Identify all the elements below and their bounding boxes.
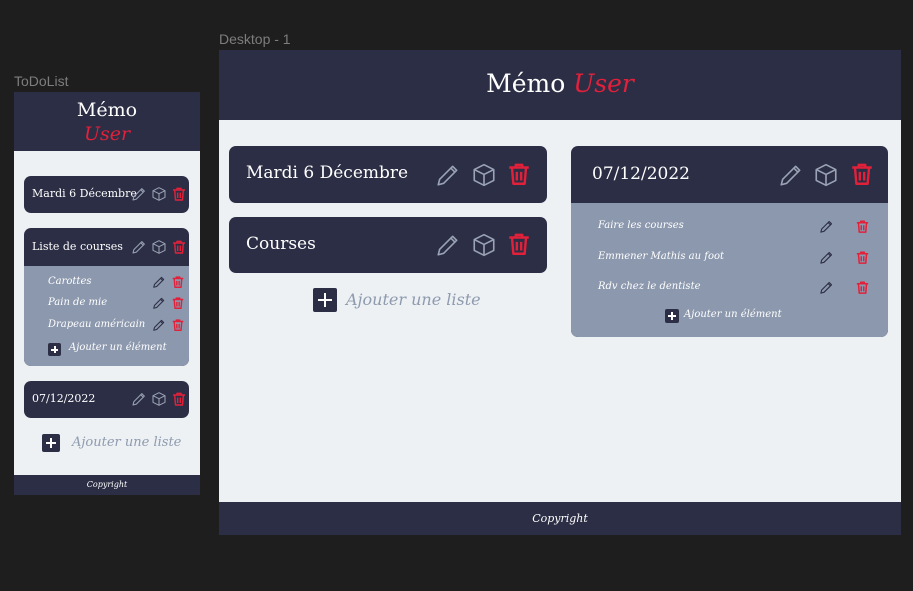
desktop-frame: Mémo User Mardi 6 Décembre Courses Ajout… xyxy=(219,50,901,535)
plus-icon[interactable] xyxy=(313,288,337,312)
plus-icon[interactable] xyxy=(665,309,679,323)
list-items: Carottes Pain de mie Drapeau américain A… xyxy=(24,266,189,366)
list-header[interactable]: 07/12/2022 xyxy=(24,381,189,418)
footer-copyright: Copyright xyxy=(219,502,901,535)
footer-copyright: Copyright xyxy=(14,475,200,495)
box-icon[interactable] xyxy=(471,162,497,188)
list-item-label: Pain de mie xyxy=(48,297,108,308)
add-item-label[interactable]: Ajouter un élément xyxy=(684,309,782,320)
header-title: Mémo User xyxy=(219,69,901,98)
list-header[interactable]: Liste de courses xyxy=(24,228,189,266)
list-card[interactable]: 07/12/2022 Faire les courses Emmener Mat… xyxy=(571,146,888,337)
list-header[interactable]: Mardi 6 Décembre xyxy=(229,146,547,203)
header-title: Mémo xyxy=(76,99,138,121)
mobile-frame-label: ToDoList xyxy=(14,73,69,89)
trash-icon[interactable] xyxy=(506,161,532,187)
list-header[interactable]: Courses xyxy=(229,217,547,273)
pencil-icon[interactable] xyxy=(131,239,147,255)
list-title: Courses xyxy=(246,234,316,254)
list-item-label: Drapeau américain xyxy=(48,319,146,330)
box-icon[interactable] xyxy=(813,162,839,188)
box-icon[interactable] xyxy=(151,186,167,202)
trash-icon[interactable] xyxy=(849,161,875,187)
trash-icon[interactable] xyxy=(855,250,870,265)
list-item-label: Rdv chez le dentiste xyxy=(598,281,701,292)
trash-icon[interactable] xyxy=(171,296,185,310)
pencil-icon[interactable] xyxy=(435,232,461,258)
add-list-label[interactable]: Ajouter une liste xyxy=(72,435,181,450)
list-item-label: Faire les courses xyxy=(598,220,684,231)
list-title: Liste de courses xyxy=(32,240,123,253)
header-username: User xyxy=(573,69,634,98)
list-card[interactable]: 07/12/2022 xyxy=(24,381,189,418)
box-icon[interactable] xyxy=(151,239,167,255)
desktop-frame-label: Desktop - 1 xyxy=(219,31,291,47)
pencil-icon[interactable] xyxy=(131,391,147,407)
desktop-header: Mémo User xyxy=(219,50,901,120)
add-item-label[interactable]: Ajouter un élément xyxy=(69,342,167,353)
box-icon[interactable] xyxy=(471,232,497,258)
list-item-label: Emmener Mathis au foot xyxy=(598,251,725,262)
list-card[interactable]: Mardi 6 Décembre xyxy=(24,176,189,213)
trash-icon[interactable] xyxy=(171,318,185,332)
pencil-icon[interactable] xyxy=(819,250,834,265)
list-title: Mardi 6 Décembre xyxy=(32,187,137,200)
box-icon[interactable] xyxy=(151,391,167,407)
pencil-icon[interactable] xyxy=(152,296,166,310)
list-card[interactable]: Courses xyxy=(229,217,547,273)
pencil-icon[interactable] xyxy=(152,318,166,332)
mobile-frame: Mémo User Mardi 6 Décembre Liste de cour… xyxy=(14,92,200,495)
list-card[interactable]: Liste de courses Carottes Pain de mie Dr… xyxy=(24,228,189,366)
add-list-label[interactable]: Ajouter une liste xyxy=(346,290,481,309)
header-username: User xyxy=(83,123,131,145)
trash-icon[interactable] xyxy=(171,391,187,407)
plus-icon[interactable] xyxy=(48,343,61,356)
pencil-icon[interactable] xyxy=(778,162,804,188)
pencil-icon[interactable] xyxy=(819,219,834,234)
list-card[interactable]: Mardi 6 Décembre xyxy=(229,146,547,203)
list-items: Faire les courses Emmener Mathis au foot… xyxy=(571,203,888,337)
trash-icon[interactable] xyxy=(171,186,187,202)
list-title: 07/12/2022 xyxy=(592,164,690,184)
list-title: Mardi 6 Décembre xyxy=(246,163,409,183)
pencil-icon[interactable] xyxy=(819,280,834,295)
pencil-icon[interactable] xyxy=(152,275,166,289)
list-header[interactable]: 07/12/2022 xyxy=(571,146,888,203)
header-title-memo: Mémo xyxy=(486,69,566,98)
plus-icon[interactable] xyxy=(42,434,60,452)
list-title: 07/12/2022 xyxy=(32,392,96,405)
mobile-header: Mémo User xyxy=(14,92,200,151)
pencil-icon[interactable] xyxy=(435,162,461,188)
list-item-label: Carottes xyxy=(48,276,92,287)
trash-icon[interactable] xyxy=(855,219,870,234)
trash-icon[interactable] xyxy=(171,275,185,289)
pencil-icon[interactable] xyxy=(131,186,147,202)
trash-icon[interactable] xyxy=(506,231,532,257)
trash-icon[interactable] xyxy=(855,280,870,295)
list-header[interactable]: Mardi 6 Décembre xyxy=(24,176,189,213)
trash-icon[interactable] xyxy=(171,239,187,255)
